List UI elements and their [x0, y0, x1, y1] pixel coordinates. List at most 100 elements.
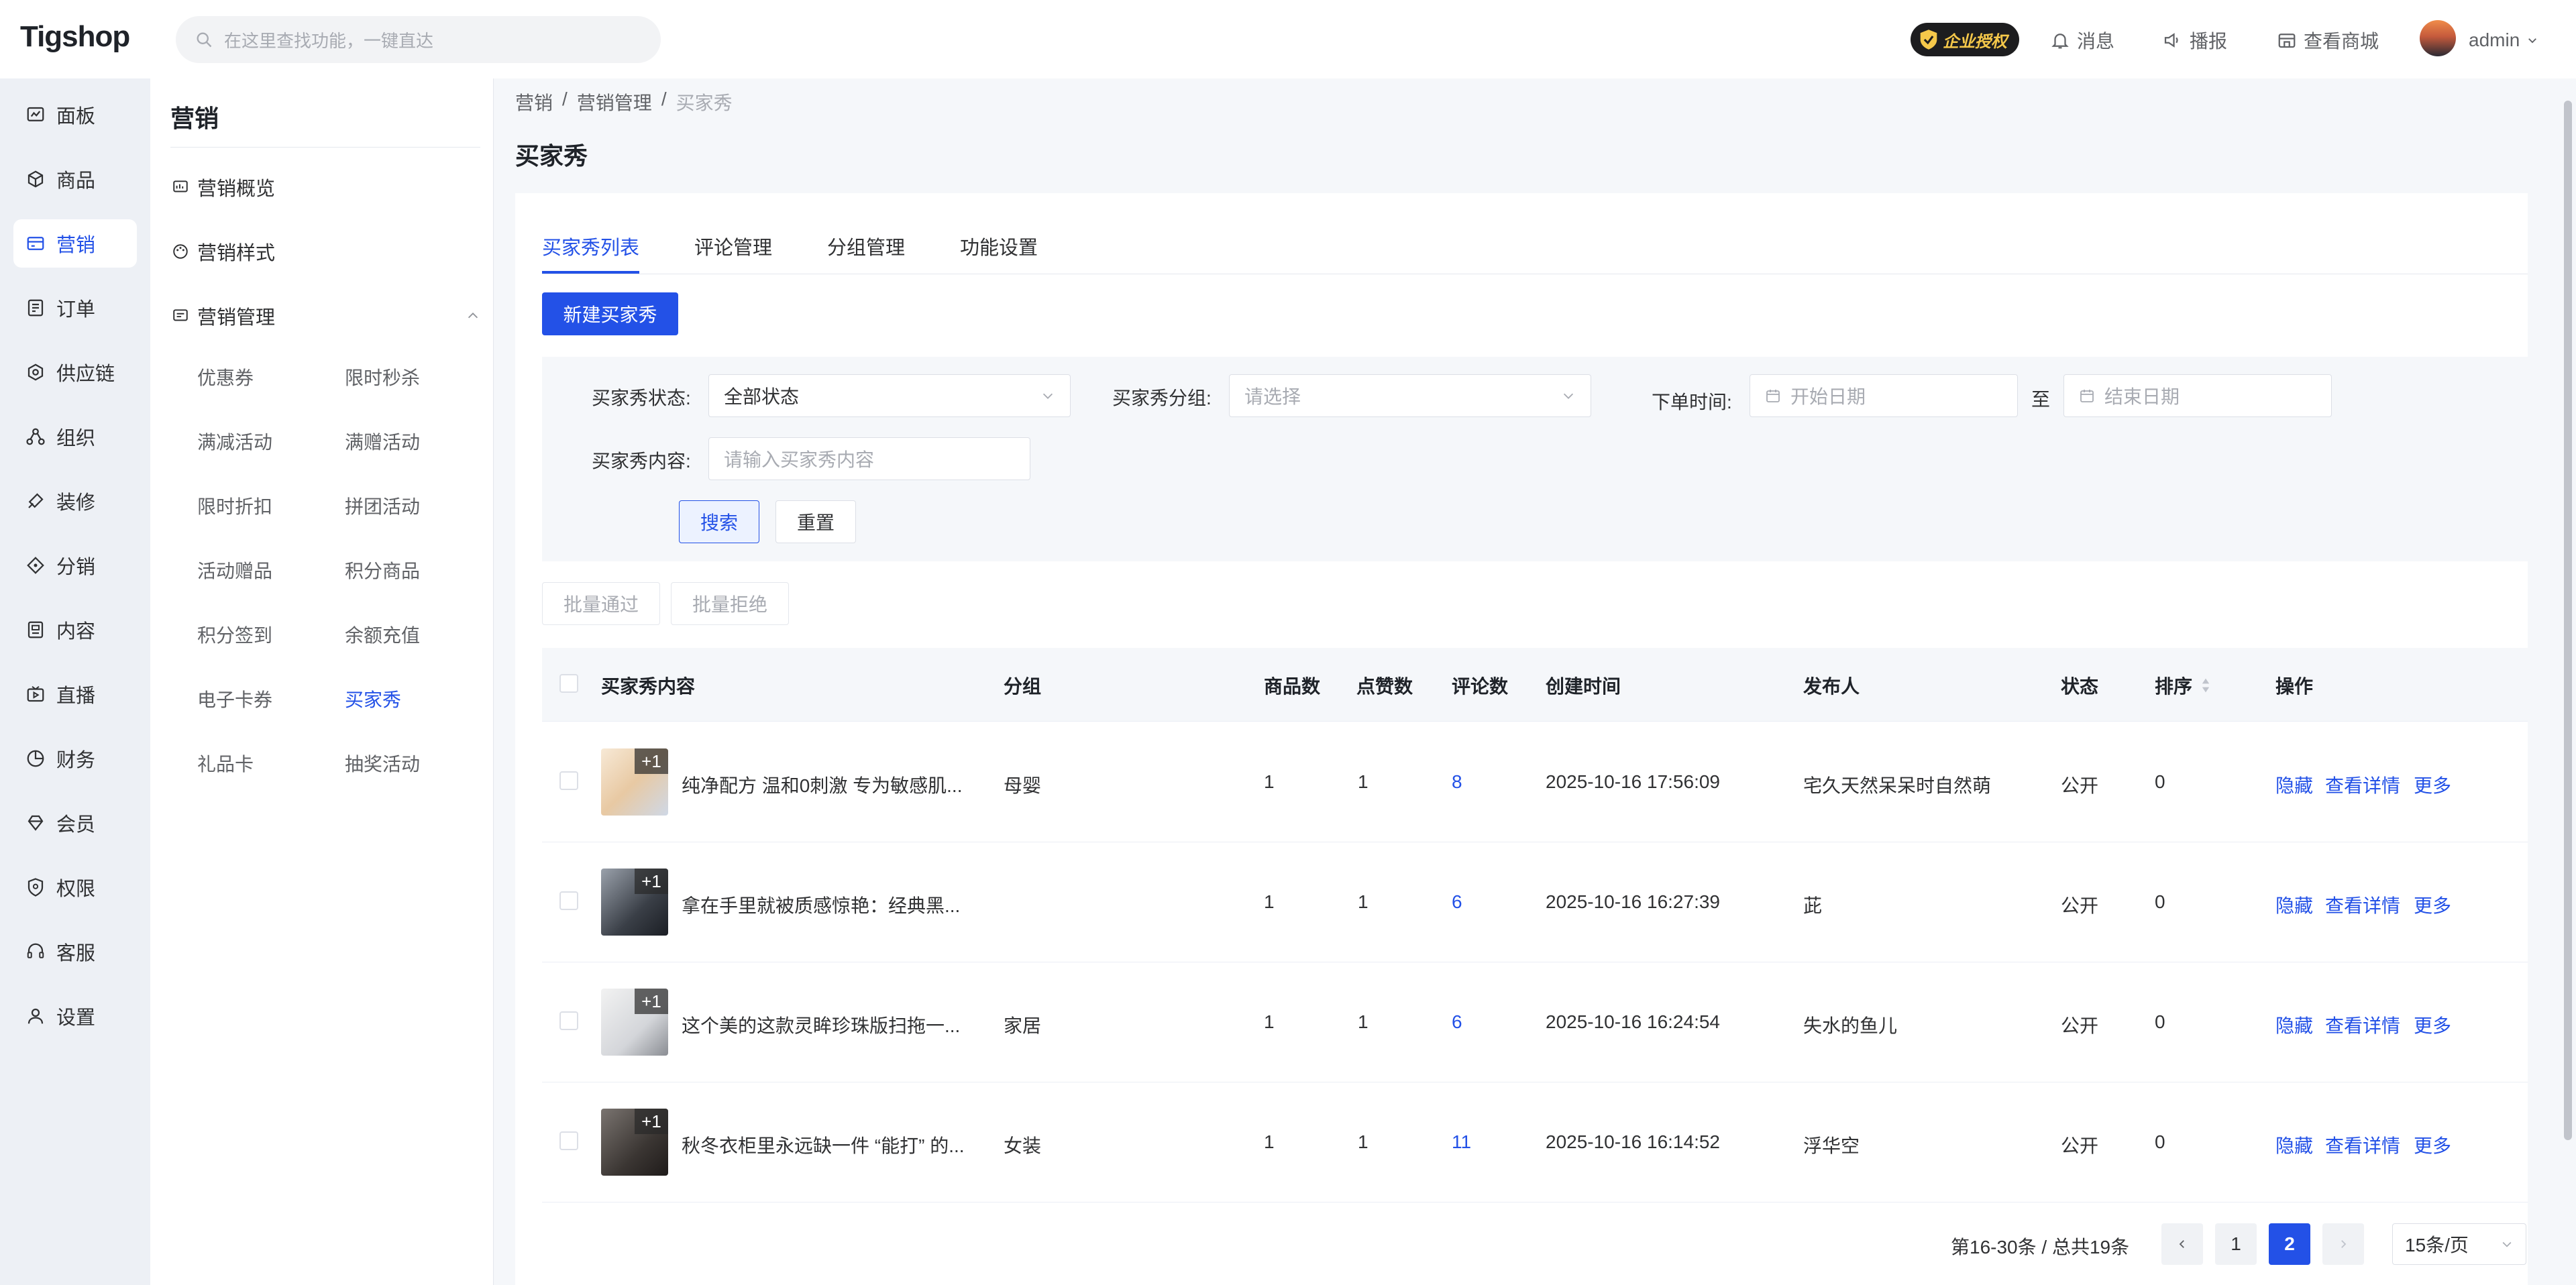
row-checkbox[interactable] — [559, 891, 578, 910]
username: admin — [2469, 30, 2520, 50]
overview-icon — [173, 180, 188, 192]
nav-item-marketing[interactable]: 营销 — [13, 219, 137, 268]
group-select[interactable]: 请选择 — [1229, 374, 1591, 417]
sub-nav-marketing-overview[interactable]: 营销概览 — [172, 173, 275, 201]
status-select[interactable]: 全部状态 — [708, 374, 1071, 417]
sub-nav-link[interactable]: 拼团活动 — [345, 492, 420, 519]
scrollbar[interactable] — [2564, 101, 2572, 1140]
row-thumbnail[interactable]: +1 — [601, 869, 668, 936]
batch-approve-button[interactable]: 批量通过 — [542, 582, 660, 625]
sub-nav-marketing-management[interactable]: 营销管理 — [172, 302, 480, 330]
view-detail-button[interactable]: 查看详情 — [2325, 771, 2400, 798]
breadcrumb-marketing[interactable]: 营销 — [515, 89, 553, 115]
more-button[interactable]: 更多 — [2414, 1011, 2451, 1038]
hide-button[interactable]: 隐藏 — [2275, 1131, 2313, 1158]
hide-button[interactable]: 隐藏 — [2275, 891, 2313, 918]
row-thumbnail[interactable]: +1 — [601, 989, 668, 1056]
nav-item-member[interactable]: 会员 — [13, 799, 137, 847]
tab-comment-management[interactable]: 评论管理 — [694, 232, 772, 274]
tab-buyer-show-list[interactable]: 买家秀列表 — [542, 232, 640, 274]
nav-item-label: 会员 — [56, 814, 96, 836]
row-author: 浮华空 — [1803, 1135, 1860, 1156]
prev-page-button[interactable] — [2161, 1223, 2203, 1265]
sub-nav-link[interactable]: 买家秀 — [345, 685, 401, 712]
start-date-input[interactable]: 开始日期 — [1750, 374, 2018, 417]
sub-nav-link[interactable]: 积分商品 — [345, 557, 420, 583]
sub-nav-link[interactable]: 限时秒杀 — [345, 364, 420, 390]
nav-item-permission[interactable]: 权限 — [13, 863, 137, 911]
end-date-input[interactable]: 结束日期 — [2063, 374, 2332, 417]
sub-nav-link[interactable]: 满减活动 — [197, 428, 272, 455]
content-input[interactable]: 请输入买家秀内容 — [708, 437, 1030, 480]
sub-nav-link[interactable]: 积分签到 — [197, 621, 272, 648]
license-badge[interactable]: 企业授权 — [1911, 23, 2019, 56]
nav-item-settings[interactable]: 设置 — [13, 992, 137, 1040]
user-menu[interactable]: admin — [2469, 24, 2538, 56]
nav-item-brush[interactable]: 装修 — [13, 477, 137, 525]
view-detail-button[interactable]: 查看详情 — [2325, 1011, 2400, 1038]
nav-item-service[interactable]: 客服 — [13, 928, 137, 976]
broadcast-button[interactable]: 播报 — [2161, 24, 2227, 56]
reset-button[interactable]: 重置 — [775, 500, 856, 543]
view-store-button[interactable]: 查看商城 — [2277, 24, 2379, 56]
page-1-button[interactable]: 1 — [2215, 1223, 2257, 1265]
sub-nav-link[interactable]: 限时折扣 — [197, 492, 272, 519]
nav-item-org[interactable]: 组织 — [13, 412, 137, 461]
avatar[interactable] — [2420, 20, 2456, 56]
more-button[interactable]: 更多 — [2414, 771, 2451, 798]
batch-reject-button[interactable]: 批量拒绝 — [671, 582, 789, 625]
row-checkbox[interactable] — [559, 1011, 578, 1030]
row-comments-link[interactable]: 11 — [1452, 1131, 1471, 1153]
search-button[interactable]: 搜索 — [679, 500, 759, 543]
more-button[interactable]: 更多 — [2414, 891, 2451, 918]
tab-group-management[interactable]: 分组管理 — [827, 232, 905, 274]
row-comments-link[interactable]: 6 — [1452, 1011, 1462, 1033]
col-sort[interactable]: 排序 — [2155, 672, 2211, 699]
row-checkbox[interactable] — [559, 1131, 578, 1150]
view-detail-button[interactable]: 查看详情 — [2325, 891, 2400, 918]
hide-button[interactable]: 隐藏 — [2275, 1011, 2313, 1038]
more-button[interactable]: 更多 — [2414, 1131, 2451, 1158]
nav-item-dashboard[interactable]: 面板 — [13, 91, 137, 139]
sub-nav-link[interactable]: 优惠券 — [197, 364, 254, 390]
row-checkbox[interactable] — [559, 771, 578, 790]
sub-nav-link[interactable]: 电子卡券 — [197, 685, 272, 712]
nav-item-supply[interactable]: 供应链 — [13, 348, 137, 396]
row-thumbnail[interactable]: +1 — [601, 1109, 668, 1176]
row-status: 公开 — [2061, 1135, 2099, 1156]
select-all-checkbox[interactable] — [559, 674, 578, 693]
global-search-input[interactable]: 在这里查找功能，一键直达 — [176, 16, 661, 63]
new-buyer-show-button[interactable]: 新建买家秀 — [542, 292, 678, 335]
sub-nav-link[interactable]: 抽奖活动 — [345, 750, 420, 777]
tab-settings[interactable]: 功能设置 — [960, 232, 1038, 274]
nav-item-finance[interactable]: 财务 — [13, 734, 137, 783]
nav-item-order[interactable]: 订单 — [13, 284, 137, 332]
col-group: 分组 — [1004, 676, 1042, 697]
row-comments-link[interactable]: 8 — [1452, 771, 1462, 793]
nav-item-live[interactable]: 直播 — [13, 670, 137, 718]
nav-item-content[interactable]: 内容 — [13, 606, 137, 654]
app-logo[interactable]: Tigshop — [20, 20, 130, 54]
sub-nav-link[interactable]: 满赠活动 — [345, 428, 420, 455]
next-page-button[interactable] — [2322, 1223, 2364, 1265]
nav-item-label: 客服 — [56, 943, 96, 964]
nav-item-label: 订单 — [56, 299, 96, 321]
row-thumbnail[interactable]: +1 — [601, 748, 668, 816]
messages-button[interactable]: 消息 — [2050, 24, 2114, 56]
live-icon — [27, 685, 44, 702]
page-2-button[interactable]: 2 — [2269, 1223, 2310, 1265]
nav-item-distribution[interactable]: 分销 — [13, 541, 137, 590]
hide-button[interactable]: 隐藏 — [2275, 771, 2313, 798]
view-detail-button[interactable]: 查看详情 — [2325, 1131, 2400, 1158]
page-size-select[interactable]: 15条/页 — [2392, 1223, 2526, 1265]
sub-nav-link[interactable]: 活动赠品 — [197, 557, 272, 583]
page-size-value: 15条/页 — [2405, 1235, 2469, 1255]
breadcrumb-management[interactable]: 营销管理 — [577, 89, 652, 115]
nav-item-cube[interactable]: 商品 — [13, 155, 137, 203]
sub-nav-link[interactable]: 余额充值 — [345, 621, 420, 648]
row-comments-link[interactable]: 6 — [1452, 891, 1462, 913]
sub-nav-marketing-style[interactable]: 营销样式 — [172, 237, 275, 266]
sub-nav-link[interactable]: 礼品卡 — [197, 750, 254, 777]
sort-icon — [2202, 678, 2210, 693]
col-created: 创建时间 — [1546, 676, 1621, 697]
